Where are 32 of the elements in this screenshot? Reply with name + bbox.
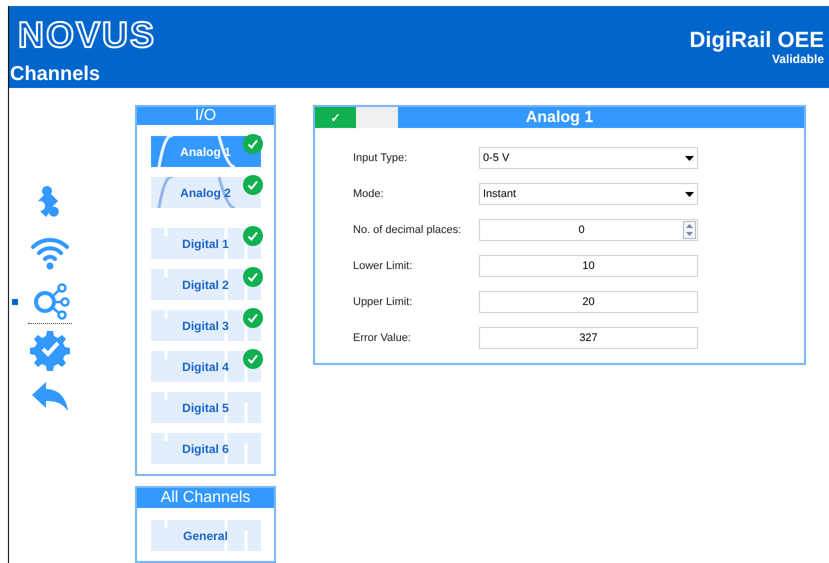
field-label: Error Value: bbox=[352, 330, 412, 346]
number-spinner[interactable]: 0 bbox=[479, 219, 698, 241]
panel-title: I/O bbox=[137, 107, 274, 125]
channel-button[interactable]: Digital 5 bbox=[150, 392, 260, 423]
caret-icon bbox=[685, 192, 694, 196]
panel-title: All Channels bbox=[137, 488, 274, 508]
dropdown[interactable]: Instant bbox=[479, 183, 698, 205]
channel-button[interactable]: Digital 2 bbox=[150, 269, 260, 300]
channel-button[interactable]: Analog 2 bbox=[150, 177, 260, 208]
channel-button[interactable]: General bbox=[150, 520, 260, 551]
channel-button[interactable]: Digital 6 bbox=[150, 433, 260, 464]
input-field[interactable]: 20 bbox=[479, 291, 698, 313]
input-field[interactable]: 10 bbox=[479, 255, 698, 277]
channel-button[interactable]: Analog 1 bbox=[150, 136, 260, 167]
caret-icon bbox=[685, 156, 694, 160]
field-label: Mode: bbox=[352, 186, 385, 202]
selection-marker bbox=[12, 298, 18, 304]
channel-button[interactable]: Digital 1 bbox=[150, 228, 260, 259]
dropdown[interactable]: 0-5 V bbox=[479, 147, 698, 169]
channel-button[interactable]: Digital 3 bbox=[150, 310, 260, 341]
spin-arrows-icon[interactable] bbox=[683, 221, 696, 239]
field-label: Upper Limit: bbox=[352, 294, 414, 310]
field-label: No. of decimal places: bbox=[352, 222, 462, 238]
status-text: Validable bbox=[772, 52, 824, 66]
input-field[interactable]: 327 bbox=[479, 327, 698, 349]
panel-title: Analog 1 bbox=[524, 108, 594, 128]
channel-button[interactable]: Digital 4 bbox=[150, 351, 260, 382]
product-name: DigiRail OEE bbox=[690, 28, 824, 52]
logo: NOVUS bbox=[18, 16, 156, 54]
field-label: Input Type: bbox=[352, 150, 408, 166]
field-label: Lower Limit: bbox=[352, 258, 414, 274]
page-title: Channels bbox=[10, 62, 102, 86]
